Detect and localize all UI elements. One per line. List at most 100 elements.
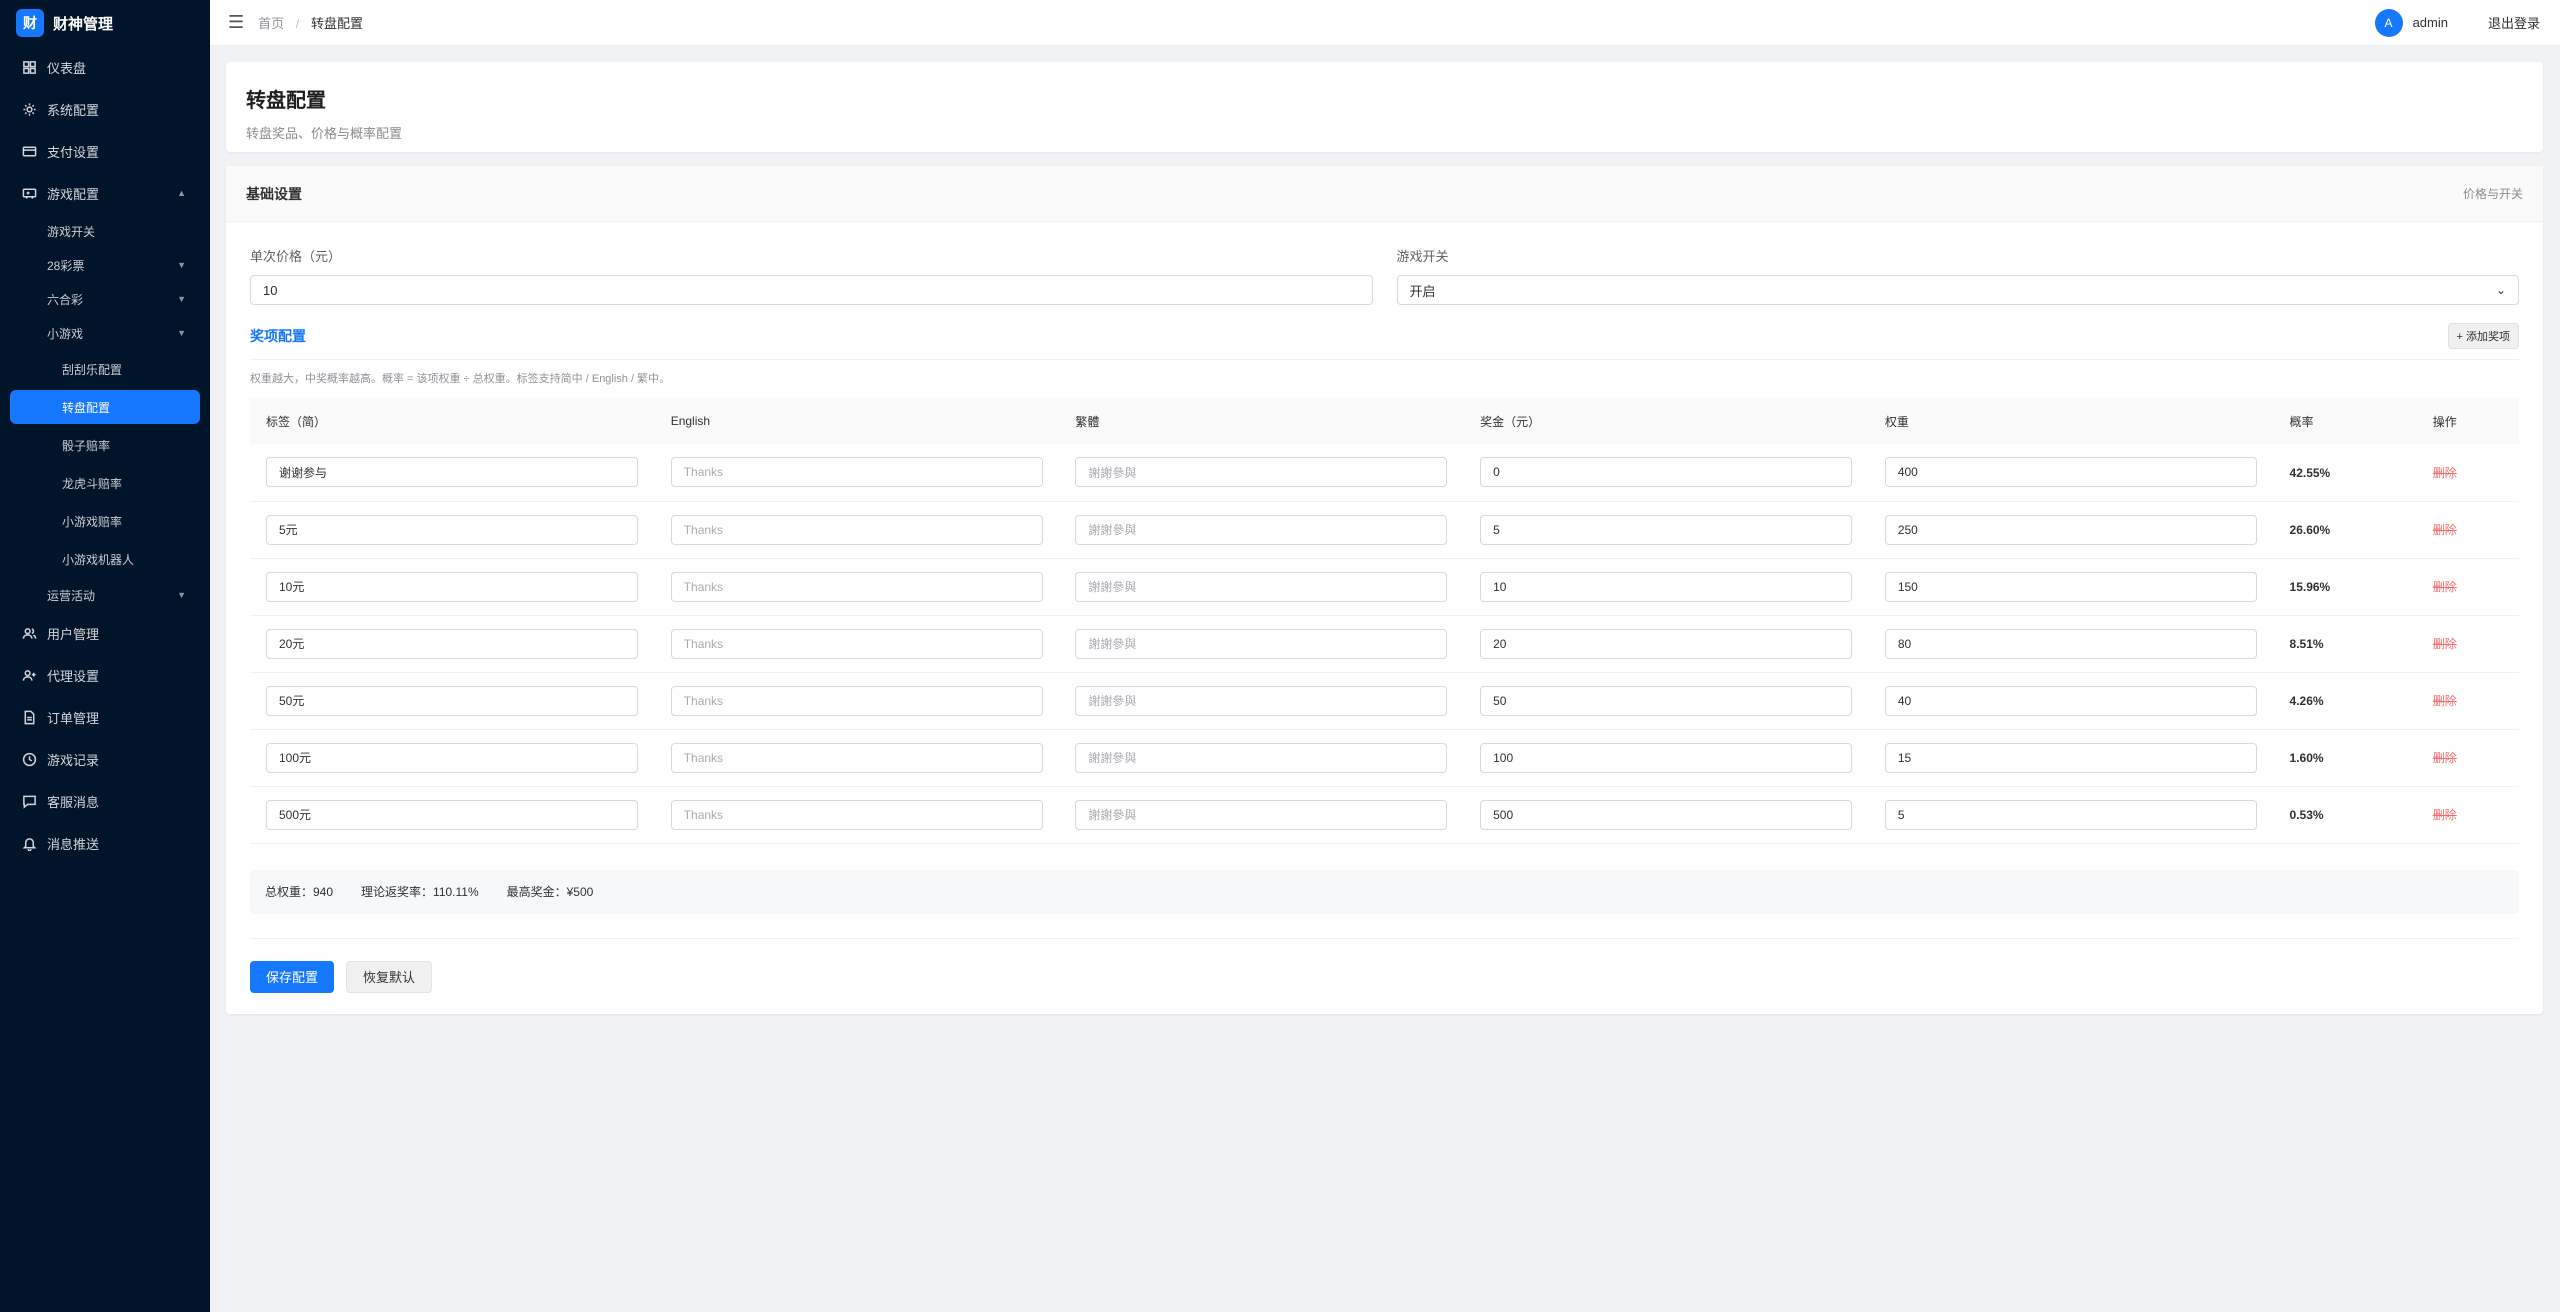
sidebar-item-wheel[interactable]: 转盘配置 [10,390,200,424]
prize-amount-input[interactable]: 20 [1480,628,1853,659]
prize-english-input[interactable]: Thanks [670,628,1043,659]
sidebar-item-lottery28[interactable]: 28彩票 ▼ [0,248,210,282]
sidebar-item-dashboard[interactable]: 仪表盘 [0,46,210,88]
breadcrumb-current: 转盘配置 [311,16,364,31]
price-label: 单次价格（元） [250,249,342,264]
delete-prize-button[interactable]: 删除 [2433,466,2457,480]
prize-traditional-input[interactable]: 謝謝參與 [1075,685,1448,716]
config-card-title: 基础设置 [246,185,302,202]
sidebar-item-game-config[interactable]: 游戏配置 ▲ [0,172,210,214]
prize-weight-input[interactable]: 15 [1884,742,2257,773]
sidebar-item-mini-games[interactable]: 小游戏 ▼ [0,316,210,350]
prize-traditional-input[interactable]: 謝謝參與 [1075,571,1448,602]
prize-traditional-input[interactable]: 謝謝參與 [1075,742,1448,773]
delete-prize-button[interactable]: 删除 [2433,808,2457,822]
prize-label-input[interactable]: 20元 [266,628,638,659]
prize-weight-input[interactable]: 150 [1884,571,2257,602]
prize-english-input[interactable]: Thanks [670,514,1043,545]
prize-english-input[interactable]: Thanks [670,742,1043,773]
sidebar-item-mark-six[interactable]: 六合彩 ▼ [0,282,210,316]
sidebar-item-system[interactable]: 系统配置 [0,88,210,130]
user-plus-icon [22,669,36,681]
delete-prize-button[interactable]: 删除 [2433,751,2457,765]
save-button[interactable]: 保存配置 [250,960,335,993]
sidebar: 财 财神管理 仪表盘 系统配置 支付设置 游戏配置 ▲ 游戏开关 28彩票 ▼ 六… [0,0,210,1312]
table-cell: 5元 [250,501,655,559]
prize-amount-input[interactable]: 50 [1480,685,1853,716]
game-switch-select[interactable]: 开启 ⌄ [1396,275,2519,305]
prize-weight-input[interactable]: 80 [1884,628,2257,659]
prize-traditional-input[interactable]: 謝謝參與 [1075,799,1448,830]
prize-weight-input[interactable]: 5 [1884,799,2257,830]
basic-form: 单次价格（元） 游戏开关 开启 ⌄ [226,222,2543,305]
prize-label-input[interactable]: 100元 [266,742,638,773]
prize-english-input[interactable]: Thanks [670,799,1043,830]
game-switch-value: 开启 [1409,283,1436,299]
sidebar-item-mini-odds[interactable]: 小游戏赔率 [0,502,210,540]
table-row: 50元 Thanks 謝謝參與 50 40 4.26% 删除 [250,672,2519,730]
logout-button[interactable]: 退出登录 [2488,13,2540,32]
username[interactable]: admin [2413,15,2448,30]
delete-prize-button[interactable]: 删除 [2433,523,2457,537]
prize-label-input[interactable]: 5元 [266,514,638,545]
sidebar-item-game-switch[interactable]: 游戏开关 [0,214,210,248]
sidebar-item-orders[interactable]: 订单管理 [0,696,210,738]
table-cell: 80 [1868,615,2274,673]
delete-prize-button[interactable]: 删除 [2433,580,2457,594]
table-cell: 15 [1868,729,2274,787]
prize-english-input[interactable]: Thanks [670,685,1043,716]
price-input[interactable] [250,275,1373,305]
table-cell: 謝謝參與 [1059,729,1465,787]
sidebar-item-users[interactable]: 用户管理 [0,612,210,654]
sidebar-item-agents[interactable]: 代理设置 [0,654,210,696]
prize-traditional-input[interactable]: 謝謝參與 [1075,457,1448,488]
sidebar-item-dragon-tiger[interactable]: 龙虎斗赔率 [0,464,210,502]
prize-traditional-input[interactable]: 謝謝參與 [1075,628,1448,659]
prize-traditional-input[interactable]: 謝謝參與 [1075,514,1448,545]
prize-weight-input[interactable]: 250 [1884,514,2257,545]
table-cell: 删除 [2416,615,2519,673]
sidebar-item-payment[interactable]: 支付设置 [0,130,210,172]
prize-weight-input[interactable]: 40 [1884,685,2257,716]
prize-table-body: 谢谢参与 Thanks 謝謝參與 0 400 42.55% 删除 5元 Thanks 謝謝參與 5 2… [250,444,2519,844]
brand: 财 财神管理 [0,0,210,46]
sidebar-item-operations[interactable]: 运营活动 ▼ [0,578,210,612]
prize-probability: 4.26% [2289,694,2324,708]
sidebar-item-label: 消息推送 [47,836,100,852]
breadcrumb-home[interactable]: 首页 [258,16,284,31]
delete-prize-button[interactable]: 删除 [2433,637,2457,651]
prize-weight-input[interactable]: 400 [1884,457,2257,488]
prize-amount-input[interactable]: 500 [1480,799,1853,830]
prize-amount-input[interactable]: 5 [1480,514,1853,545]
chevron-down-icon: ⌄ [2495,283,2506,297]
sidebar-item-label: 代理设置 [47,668,100,684]
avatar[interactable]: A [2374,8,2403,37]
sidebar-item-dice[interactable]: 骰子赔率 [0,426,210,464]
add-prize-button[interactable]: + 添加奖项 [2447,323,2519,349]
table-cell: 40 [1868,672,2274,730]
prize-amount-input[interactable]: 10 [1480,571,1853,602]
sidebar-item-scratch[interactable]: 刮刮乐配置 [0,350,210,388]
delete-prize-button[interactable]: 删除 [2433,694,2457,708]
prize-english-input[interactable]: Thanks [670,457,1043,488]
chevron-down-icon: ▼ [177,328,186,338]
prize-section-title: 奖项配置 [250,328,306,344]
sidebar-item-label: 小游戏 [47,326,84,341]
prize-label-input[interactable]: 50元 [266,685,638,716]
prize-label-input[interactable]: 谢谢参与 [266,457,638,488]
prize-label-input[interactable]: 500元 [266,799,638,830]
reset-button[interactable]: 恢复默认 [346,960,433,993]
prize-label-input[interactable]: 10元 [266,571,638,602]
hamburger-icon[interactable]: ☰ [228,12,244,33]
table-cell: 10 [1464,558,1869,616]
prize-english-input[interactable]: Thanks [670,571,1043,602]
prize-probability: 8.51% [2289,637,2324,651]
column-header: 操作 [2432,414,2457,429]
prize-probability: 42.55% [2289,465,2331,480]
sidebar-item-mini-robot[interactable]: 小游戏机器人 [0,540,210,578]
prize-amount-input[interactable]: 100 [1480,742,1853,773]
sidebar-item-game-records[interactable]: 游戏记录 [0,738,210,780]
sidebar-item-push[interactable]: 消息推送 [0,822,210,864]
prize-amount-input[interactable]: 0 [1480,457,1853,488]
sidebar-item-cs-messages[interactable]: 客服消息 [0,780,210,822]
